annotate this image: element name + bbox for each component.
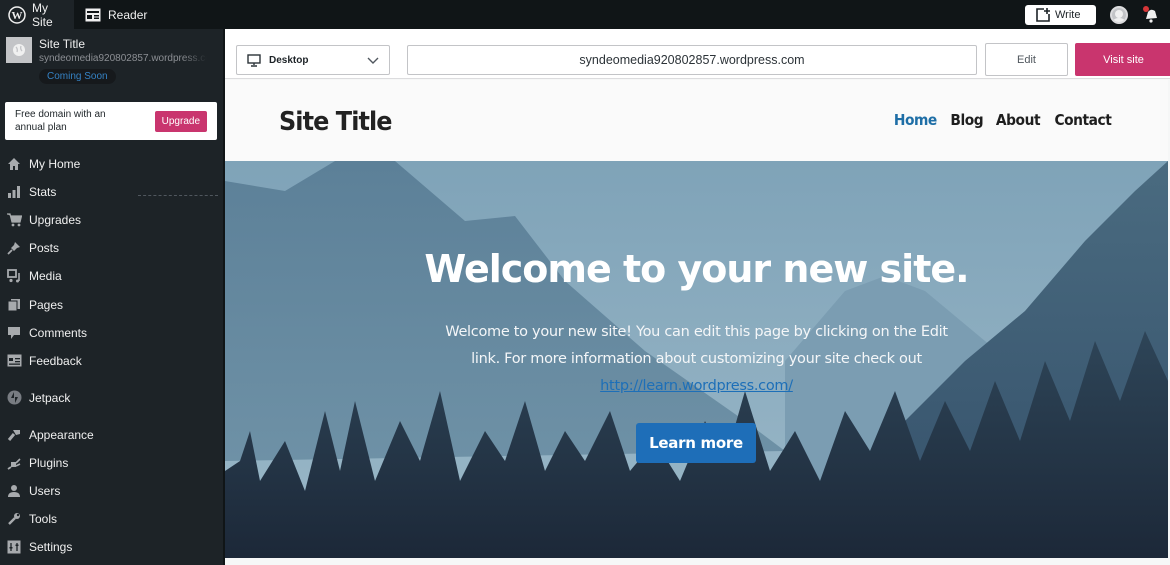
sidebar-item-jetpack[interactable]: Jetpack — [0, 384, 223, 412]
sidebar-item-label: Tools — [29, 512, 58, 527]
notifications-bell-icon[interactable] — [1142, 5, 1160, 24]
write-label: Write — [1055, 8, 1081, 21]
my-site-tab[interactable]: W My Site — [0, 0, 74, 29]
chevron-down-icon — [367, 55, 379, 65]
sidebar-item-label: Settings — [29, 540, 73, 555]
site-preview: Site Title Home Blog About Contact Welco… — [225, 80, 1168, 558]
device-select-value: Desktop — [269, 54, 309, 66]
pages-icon — [6, 297, 22, 313]
sidebar-item-feedback[interactable]: Feedback — [0, 347, 223, 375]
nav-link-about[interactable]: About — [996, 111, 1041, 129]
sidebar-item-label: My Home — [29, 157, 81, 172]
divider — [138, 195, 218, 196]
nav-link-contact[interactable]: Contact — [1055, 111, 1112, 129]
cart-icon — [6, 212, 22, 228]
sidebar-item-comments[interactable]: Comments — [0, 319, 223, 347]
sidebar-item-stats[interactable]: Stats — [0, 178, 223, 206]
sidebar-item-label: Plugins — [29, 455, 69, 470]
sidebar-item-label: Appearance — [29, 427, 94, 442]
sidebar-item-label: Feedback — [29, 353, 82, 368]
hero-text: Welcome to your new site! You can edit t… — [430, 319, 963, 400]
masterbar: W My Site Reader Write — [0, 0, 1170, 29]
learn-wordpress-link[interactable]: http://learn.wordpress.com/ — [600, 378, 793, 394]
sidebar-item-label: Users — [29, 484, 61, 499]
sidebar-item-upgrades[interactable]: Upgrades — [0, 206, 223, 234]
settings-icon — [6, 539, 22, 555]
desktop-icon — [247, 53, 261, 67]
hero-body-text: Welcome to your new site! You can edit t… — [445, 324, 948, 367]
notification-dot — [1143, 5, 1149, 12]
paintbrush-icon — [6, 427, 22, 443]
nav-link-home[interactable]: Home — [894, 111, 937, 129]
avatar[interactable] — [1110, 5, 1128, 24]
write-button[interactable]: Write — [1025, 4, 1096, 25]
user-icon — [6, 483, 22, 499]
visit-site-button[interactable]: Visit site — [1075, 43, 1170, 76]
coming-soon-badge: Coming Soon — [39, 69, 116, 84]
sidebar-item-settings[interactable]: Settings — [0, 533, 223, 561]
jetpack-icon — [6, 390, 22, 406]
sidebar-item-label: Pages — [29, 297, 64, 312]
reader-label: Reader — [108, 7, 148, 22]
domain-upsell: Free domain with an annual plan Upgrade — [5, 102, 217, 140]
url-bar[interactable]: syndeomedia920802857.wordpress.com — [407, 45, 977, 75]
preview-site-title[interactable]: Site Title — [279, 107, 393, 137]
home-icon — [6, 156, 22, 172]
sidebar-item-label: Jetpack — [29, 390, 71, 405]
svg-text:W: W — [12, 10, 23, 22]
sidebar-item-label: Posts — [29, 241, 60, 256]
sidebar-item-plugins[interactable]: Plugins — [0, 449, 223, 477]
sidebar-item-label: Stats — [29, 185, 57, 200]
sidebar-item-tools[interactable]: Tools — [0, 505, 223, 533]
site-url: syndeomedia920802857.wordpress.com — [39, 53, 207, 64]
preview-site-header: Site Title Home Blog About Contact — [225, 80, 1168, 161]
preview-bottom-edge — [225, 558, 1170, 565]
wordpress-logo-icon: W — [8, 5, 26, 24]
site-name: Site Title — [39, 37, 86, 51]
stats-icon — [6, 184, 22, 200]
wrench-icon — [6, 511, 22, 527]
preview-site-nav: Home Blog About Contact — [892, 111, 1114, 129]
hero-content: Welcome to your new site. Welcome to you… — [225, 161, 1168, 558]
feedback-icon — [6, 353, 22, 369]
edit-button[interactable]: Edit — [985, 43, 1068, 76]
sidebar-nav: My Home Stats Upgrades Posts Media Pages… — [0, 150, 223, 561]
upsell-text: Free domain with an annual plan — [15, 109, 106, 133]
reader-tab[interactable]: Reader — [76, 0, 155, 29]
device-select[interactable]: Desktop — [236, 45, 390, 75]
my-site-label: My Site — [32, 0, 53, 29]
pin-icon — [6, 240, 22, 256]
site-globe-icon — [6, 37, 32, 63]
comments-icon — [6, 325, 22, 341]
hero-cover: Welcome to your new site. Welcome to you… — [225, 161, 1168, 558]
upgrade-button[interactable]: Upgrade — [154, 110, 207, 132]
sidebar-item-users[interactable]: Users — [0, 477, 223, 505]
nav-link-blog[interactable]: Blog — [950, 111, 983, 129]
sidebar-item-label: Upgrades — [29, 213, 82, 228]
sidebar-item-my-home[interactable]: My Home — [0, 150, 223, 178]
plugin-icon — [6, 455, 22, 471]
hero-title: Welcome to your new site. — [424, 247, 969, 291]
sidebar: Site Title syndeomedia920802857.wordpres… — [0, 29, 223, 565]
sidebar-item-posts[interactable]: Posts — [0, 234, 223, 262]
sidebar-item-appearance[interactable]: Appearance — [0, 421, 223, 449]
sidebar-item-label: Comments — [29, 325, 88, 340]
main-area: Desktop syndeomedia920802857.wordpress.c… — [223, 29, 1170, 565]
sidebar-item-media[interactable]: Media — [0, 262, 223, 290]
sidebar-item-label: Media — [29, 269, 62, 284]
reader-icon — [84, 6, 102, 24]
site-card[interactable]: Site Title syndeomedia920802857.wordpres… — [0, 29, 223, 91]
media-icon — [6, 268, 22, 284]
write-icon — [1035, 7, 1051, 23]
preview-toolbar: Desktop syndeomedia920802857.wordpress.c… — [225, 29, 1170, 79]
learn-more-button[interactable]: Learn more — [636, 423, 756, 463]
sidebar-item-pages[interactable]: Pages — [0, 290, 223, 318]
